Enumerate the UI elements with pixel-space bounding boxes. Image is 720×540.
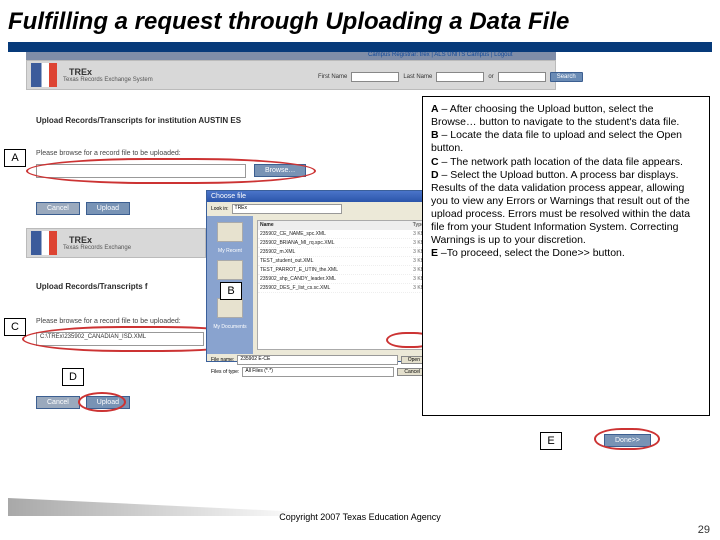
file-name: 235902_m.XML: [260, 249, 400, 255]
last-name-label: Last Name: [403, 74, 432, 80]
instr-d-label: D: [431, 169, 439, 181]
trex-flag-icon: [31, 63, 57, 87]
docs-icon[interactable]: [217, 298, 243, 318]
filename-label: File name:: [211, 357, 234, 363]
upload-button-1[interactable]: Upload: [86, 202, 130, 215]
highlight-done: [594, 428, 660, 450]
instr-c-label: C: [431, 156, 439, 168]
file-meta: 3 KB: [400, 267, 424, 273]
file-name: 235902_BRIANA_MI_rq.spc.XML: [260, 240, 400, 246]
trex-subtitle-2: Texas Records Exchange: [63, 245, 131, 251]
file-meta: 3 KB: [400, 240, 424, 246]
list-item[interactable]: 235902_BRIANA_MI_rq.spc.XML3 KB: [258, 239, 426, 248]
instr-a-text: – After choosing the Upload button, sele…: [431, 103, 679, 128]
first-name-label: First Name: [318, 74, 347, 80]
first-name-input[interactable]: [351, 72, 399, 82]
page-number: 29: [698, 524, 710, 536]
callout-a: A: [4, 149, 26, 167]
trex-brand-2: TREx: [69, 235, 131, 245]
file-chooser-title: Choose file: [207, 191, 431, 202]
callout-c: C: [4, 318, 26, 336]
instr-e-label: E: [431, 247, 438, 259]
slide-canvas: Campus Registrar: trex | ALS UNITS Campu…: [8, 52, 712, 502]
list-item[interactable]: TEST_PARROT_E_UTIN_the.XML3 KB: [258, 266, 426, 275]
callout-b: B: [220, 282, 242, 300]
file-meta: 3 KB: [400, 276, 424, 282]
lookin-value[interactable]: TREx: [232, 204, 342, 214]
trex-header-2: TREx Texas Records Exchange: [26, 228, 206, 258]
cancel-button-2[interactable]: Cancel: [36, 396, 80, 409]
or-label: or: [488, 74, 493, 80]
file-name: 235902_DES_F_list_cs.sc.XML: [260, 285, 400, 291]
file-name: TEST_student_out.XML: [260, 258, 400, 264]
file-meta: 3 KB: [400, 285, 424, 291]
trex-brand: TREx: [69, 67, 153, 77]
highlight-browse: [26, 158, 316, 184]
instr-d-text: – Select the Upload button. A process ba…: [431, 169, 690, 247]
highlight-upload: [78, 392, 126, 412]
upload-prompt-2: Please browse for a record file to be up…: [36, 318, 181, 325]
last-name-input[interactable]: [436, 72, 484, 82]
upload-prompt-1: Please browse for a record file to be up…: [36, 150, 181, 157]
col-name: Name: [260, 222, 400, 228]
file-list[interactable]: Name Type 235902_CE_NAME_spc.XML3 KB 235…: [257, 220, 427, 350]
sb-docs: My Documents: [213, 324, 246, 330]
col-type: Type: [400, 222, 424, 228]
instr-e-text: –To proceed, select the Done>> button.: [438, 247, 625, 259]
list-item[interactable]: 235902_m.XML3 KB: [258, 248, 426, 257]
list-item[interactable]: 235902_DES_F_list_cs.sc.XML3 KB: [258, 284, 426, 293]
instr-b-text: – Locate the data file to upload and sel…: [431, 129, 682, 154]
file-meta: 3 KB: [400, 249, 424, 255]
cancel-button-1[interactable]: Cancel: [36, 202, 80, 215]
action-row-1: Cancel Upload: [36, 202, 130, 215]
list-item[interactable]: 235902_CE_NAME_spc.XML3 KB: [258, 230, 426, 239]
list-item[interactable]: TEST_student_out.XML3 KB: [258, 257, 426, 266]
accent-bar: [8, 42, 712, 52]
trex-top-links: Campus Registrar: trex | ALS UNITS Campu…: [368, 52, 513, 58]
instr-b-label: B: [431, 129, 439, 141]
file-meta: 3 KB: [400, 231, 424, 237]
sb-recent: My Recent: [218, 248, 242, 254]
filetype-input[interactable]: All Files (*.*): [242, 367, 394, 377]
file-name: 235902_shp_CANDY_leader.XML: [260, 276, 400, 282]
id-input[interactable]: [498, 72, 546, 82]
recent-icon[interactable]: [217, 222, 243, 242]
instr-c-text: – The network path location of the data …: [439, 156, 683, 168]
list-item[interactable]: 235902_shp_CANDY_leader.XML3 KB: [258, 275, 426, 284]
file-meta: 3 KB: [400, 258, 424, 264]
trex-subtitle: Texas Records Exchange System: [63, 77, 153, 83]
upload-heading-2: Upload Records/Transcripts f: [36, 282, 148, 291]
file-name: TEST_PARROT_E_UTIN_the.XML: [260, 267, 400, 273]
desktop-icon[interactable]: [217, 260, 243, 280]
instructions-box: A – After choosing the Upload button, se…: [422, 96, 710, 416]
lookin-label: Look in:: [211, 206, 229, 212]
callout-d: D: [62, 368, 84, 386]
trex-search: First Name Last Name or Search: [318, 72, 583, 82]
slide-title: Fulfilling a request through Uploading a…: [0, 0, 720, 40]
callout-e: E: [540, 432, 562, 450]
filetype-label: Files of type:: [211, 369, 239, 375]
trex-flag-icon-2: [31, 231, 57, 255]
upload-heading-1: Upload Records/Transcripts for instituti…: [36, 116, 241, 125]
instr-a-label: A: [431, 103, 439, 115]
copyright: Copyright 2007 Texas Education Agency: [0, 512, 720, 522]
file-name: 235902_CE_NAME_spc.XML: [260, 231, 400, 237]
filename-input[interactable]: 235902 E-CE: [237, 355, 397, 365]
search-button[interactable]: Search: [550, 72, 583, 82]
